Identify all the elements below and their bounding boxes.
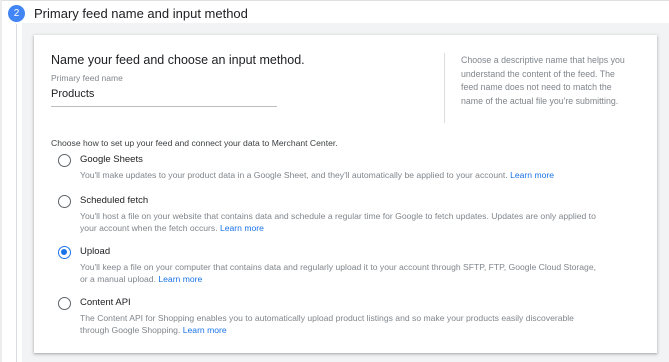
feed-name-label: Primary feed name — [51, 73, 123, 83]
radio-upload[interactable] — [58, 246, 71, 259]
learn-more-link[interactable]: Learn more — [183, 325, 227, 335]
input-method-prompt: Choose how to set up your feed and conne… — [51, 138, 338, 148]
vertical-divider — [444, 53, 445, 123]
step-number-badge: 2 — [8, 5, 25, 22]
section-title: Primary feed name and input method — [34, 6, 248, 21]
learn-more-link[interactable]: Learn more — [158, 274, 202, 284]
option-label[interactable]: Upload — [80, 246, 110, 257]
option-label[interactable]: Content API — [80, 297, 131, 308]
left-edge — [0, 0, 2, 362]
step-connector-line — [16, 24, 17, 362]
learn-more-link[interactable]: Learn more — [220, 223, 264, 233]
radio-scheduled-fetch[interactable] — [58, 195, 71, 208]
learn-more-link[interactable]: Learn more — [510, 170, 554, 180]
radio-content-api[interactable] — [58, 297, 71, 310]
option-label[interactable]: Google Sheets — [80, 154, 143, 165]
feed-name-input[interactable]: Products — [51, 88, 94, 100]
option-description: You'll make updates to your product data… — [80, 170, 555, 180]
feed-setup-card: Name your feed and choose an input metho… — [34, 35, 657, 353]
option-description: The Content API for Shopping enables you… — [80, 313, 574, 335]
feed-name-help-text: Choose a descriptive name that helps you… — [461, 55, 625, 106]
top-divider — [0, 0, 669, 1]
option-label[interactable]: Scheduled fetch — [80, 195, 148, 206]
option-description: You'll keep a file on your computer that… — [80, 262, 596, 284]
card-heading: Name your feed and choose an input metho… — [51, 53, 305, 67]
option-description: You'll host a file on your website that … — [80, 211, 596, 233]
radio-google-sheets[interactable] — [58, 154, 71, 167]
feed-name-underline — [51, 106, 277, 107]
